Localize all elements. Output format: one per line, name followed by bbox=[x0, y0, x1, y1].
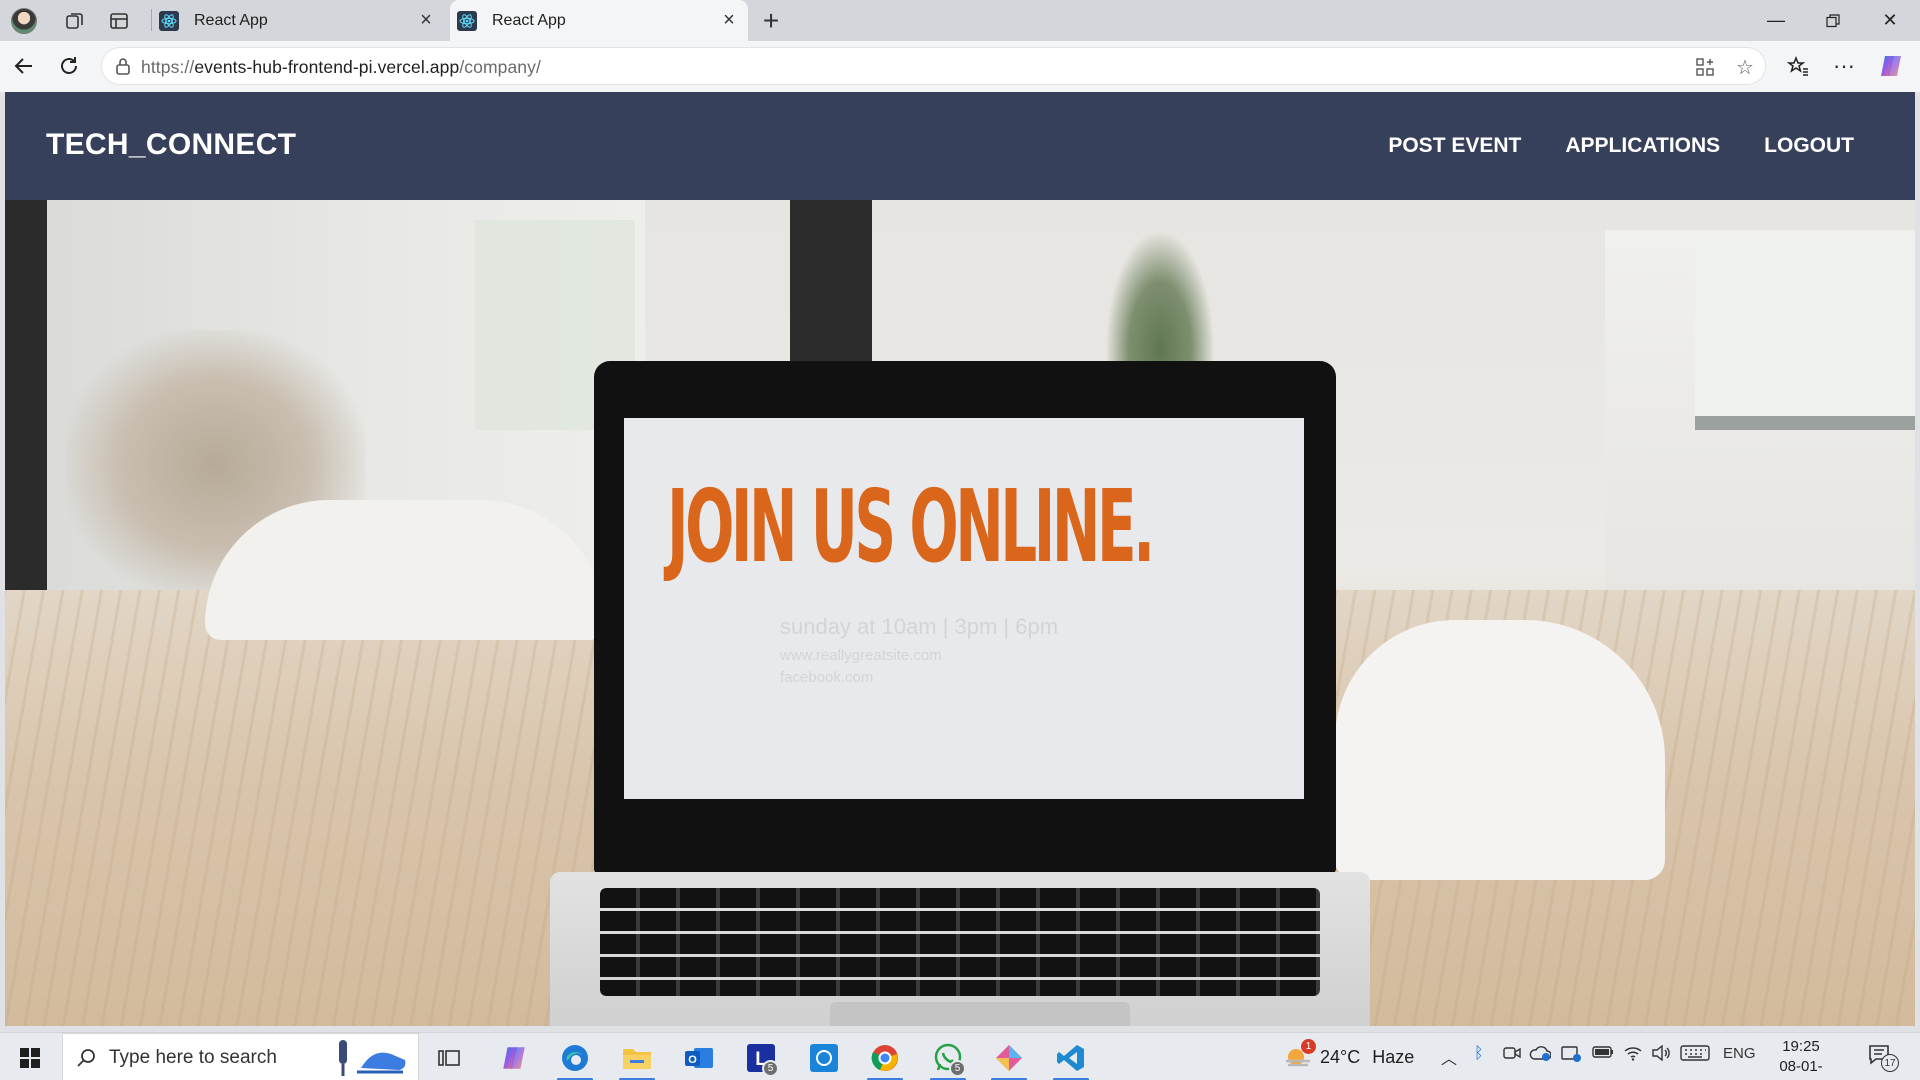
weather-condition: Haze bbox=[1372, 1046, 1415, 1067]
tab-react-app-2[interactable]: React App × bbox=[450, 0, 748, 41]
tab-title: React App bbox=[194, 11, 268, 29]
close-window-icon[interactable]: ✕ bbox=[1862, 0, 1918, 41]
hero-image: JOIN US ONLINE. sunday at 10am | 3pm | 6… bbox=[5, 200, 1915, 1026]
vertical-tabs-icon[interactable] bbox=[104, 6, 134, 36]
keyboard-icon[interactable] bbox=[1680, 1045, 1710, 1066]
nav-post-event[interactable]: POST EVENT bbox=[1388, 134, 1521, 158]
weather-widget[interactable]: 1 24°C Haze bbox=[1284, 1039, 1415, 1069]
url-text[interactable]: https://events-hub-frontend-pi.vercel.ap… bbox=[141, 57, 541, 78]
battery-icon[interactable] bbox=[1592, 1045, 1614, 1064]
clock-date: 08-01-2025 bbox=[1779, 1058, 1823, 1080]
back-icon[interactable] bbox=[8, 50, 40, 82]
copilot-taskbar-icon[interactable] bbox=[494, 1039, 534, 1077]
microsoft-store-icon[interactable] bbox=[804, 1039, 844, 1077]
wifi-icon[interactable] bbox=[1623, 1045, 1643, 1066]
weather-haze-icon: 1 bbox=[1284, 1039, 1316, 1069]
minimize-icon[interactable]: — bbox=[1748, 0, 1804, 41]
l-app-icon[interactable]: L 5 bbox=[741, 1039, 781, 1077]
edge-icon[interactable] bbox=[555, 1039, 595, 1080]
onedrive-icon[interactable] bbox=[1529, 1045, 1552, 1066]
windows-taskbar: Type here to search O L 5 5 1 24°C Haze … bbox=[0, 1032, 1920, 1080]
hero-headline: JOIN US ONLINE. bbox=[667, 468, 1155, 585]
taskbar-search[interactable]: Type here to search bbox=[62, 1033, 419, 1080]
hero-faint-site: www.reallygreatsite.com bbox=[780, 647, 942, 664]
laptop-display: JOIN US ONLINE. sunday at 10am | 3pm | 6… bbox=[624, 418, 1304, 799]
tab-title: React App bbox=[492, 11, 566, 29]
weather-temp: 24°C bbox=[1320, 1046, 1361, 1067]
address-bar[interactable]: https://events-hub-frontend-pi.vercel.ap… bbox=[101, 47, 1766, 85]
volume-icon[interactable] bbox=[1651, 1044, 1671, 1066]
bluetooth-icon[interactable]: ᛒ bbox=[1474, 1045, 1484, 1063]
search-highlight-icon bbox=[339, 1040, 406, 1076]
camera-icon[interactable] bbox=[1503, 1045, 1521, 1066]
whatsapp-badge: 5 bbox=[949, 1060, 966, 1077]
profile-avatar[interactable] bbox=[9, 6, 39, 36]
hero-faint-social: facebook.com bbox=[780, 669, 874, 686]
chrome-icon[interactable] bbox=[865, 1039, 905, 1080]
app-available-icon[interactable] bbox=[1692, 54, 1718, 80]
nav-applications[interactable]: APPLICATIONS bbox=[1565, 134, 1720, 158]
laptop: JOIN US ONLINE. sunday at 10am | 3pm | 6… bbox=[594, 361, 1336, 873]
clock-time: 19:25 bbox=[1782, 1038, 1820, 1055]
search-icon bbox=[77, 1049, 95, 1067]
svg-text:O: O bbox=[688, 1054, 697, 1066]
l-app-badge: 5 bbox=[762, 1060, 779, 1077]
notification-count: 17 bbox=[1881, 1054, 1899, 1072]
tab-react-app-1[interactable]: React App × bbox=[152, 0, 445, 41]
workspaces-icon[interactable] bbox=[60, 6, 90, 36]
browser-tab-strip: React App × React App × + — ✕ bbox=[0, 0, 1920, 41]
file-explorer-icon[interactable] bbox=[617, 1039, 657, 1080]
tab-close-icon[interactable]: × bbox=[412, 7, 440, 35]
lock-icon[interactable] bbox=[114, 57, 132, 75]
nav-links: POST EVENT APPLICATIONS LOGOUT bbox=[1388, 134, 1854, 158]
chair-left bbox=[205, 500, 605, 640]
weather-alert-badge: 1 bbox=[1301, 1039, 1316, 1054]
hero-faint-schedule: sunday at 10am | 3pm | 6pm bbox=[780, 614, 1059, 639]
snipping-tool-icon[interactable] bbox=[989, 1039, 1029, 1080]
notifications-icon[interactable]: 17 bbox=[1867, 1042, 1899, 1075]
windows-start-icon[interactable] bbox=[10, 1038, 50, 1078]
vscode-icon[interactable] bbox=[1051, 1039, 1091, 1080]
search-placeholder: Type here to search bbox=[109, 1047, 277, 1068]
copilot-icon[interactable] bbox=[1877, 52, 1905, 80]
tab-close-icon[interactable]: × bbox=[715, 7, 743, 35]
browser-toolbar: https://events-hub-frontend-pi.vercel.ap… bbox=[0, 41, 1920, 92]
site-brand[interactable]: TECH_CONNECT bbox=[46, 128, 296, 162]
react-icon bbox=[159, 10, 179, 31]
task-view-icon[interactable] bbox=[429, 1039, 469, 1077]
favorites-icon[interactable] bbox=[1782, 50, 1814, 82]
laptop-keyboard bbox=[550, 872, 1370, 1026]
outlook-icon[interactable]: O bbox=[679, 1039, 719, 1077]
whatsapp-icon[interactable]: 5 bbox=[928, 1039, 968, 1080]
site-navbar: TECH_CONNECT POST EVENT APPLICATIONS LOG… bbox=[5, 92, 1915, 200]
taskbar-clock[interactable]: 19:25 08-01-2025 bbox=[1766, 1037, 1836, 1080]
nav-logout[interactable]: LOGOUT bbox=[1764, 134, 1854, 158]
react-icon bbox=[457, 10, 477, 31]
refresh-icon[interactable] bbox=[53, 50, 85, 82]
restore-icon[interactable] bbox=[1805, 0, 1861, 41]
update-icon[interactable] bbox=[1561, 1045, 1581, 1068]
language-indicator[interactable]: ENG bbox=[1723, 1045, 1756, 1062]
new-tab-icon[interactable]: + bbox=[756, 5, 786, 36]
chair-right bbox=[1335, 620, 1665, 880]
more-options-icon[interactable]: ··· bbox=[1828, 50, 1860, 82]
web-page: TECH_CONNECT POST EVENT APPLICATIONS LOG… bbox=[5, 92, 1915, 1026]
favorite-star-icon[interactable]: ☆ bbox=[1732, 54, 1758, 80]
show-hidden-icons-icon[interactable]: ︿ bbox=[1441, 1045, 1457, 1069]
